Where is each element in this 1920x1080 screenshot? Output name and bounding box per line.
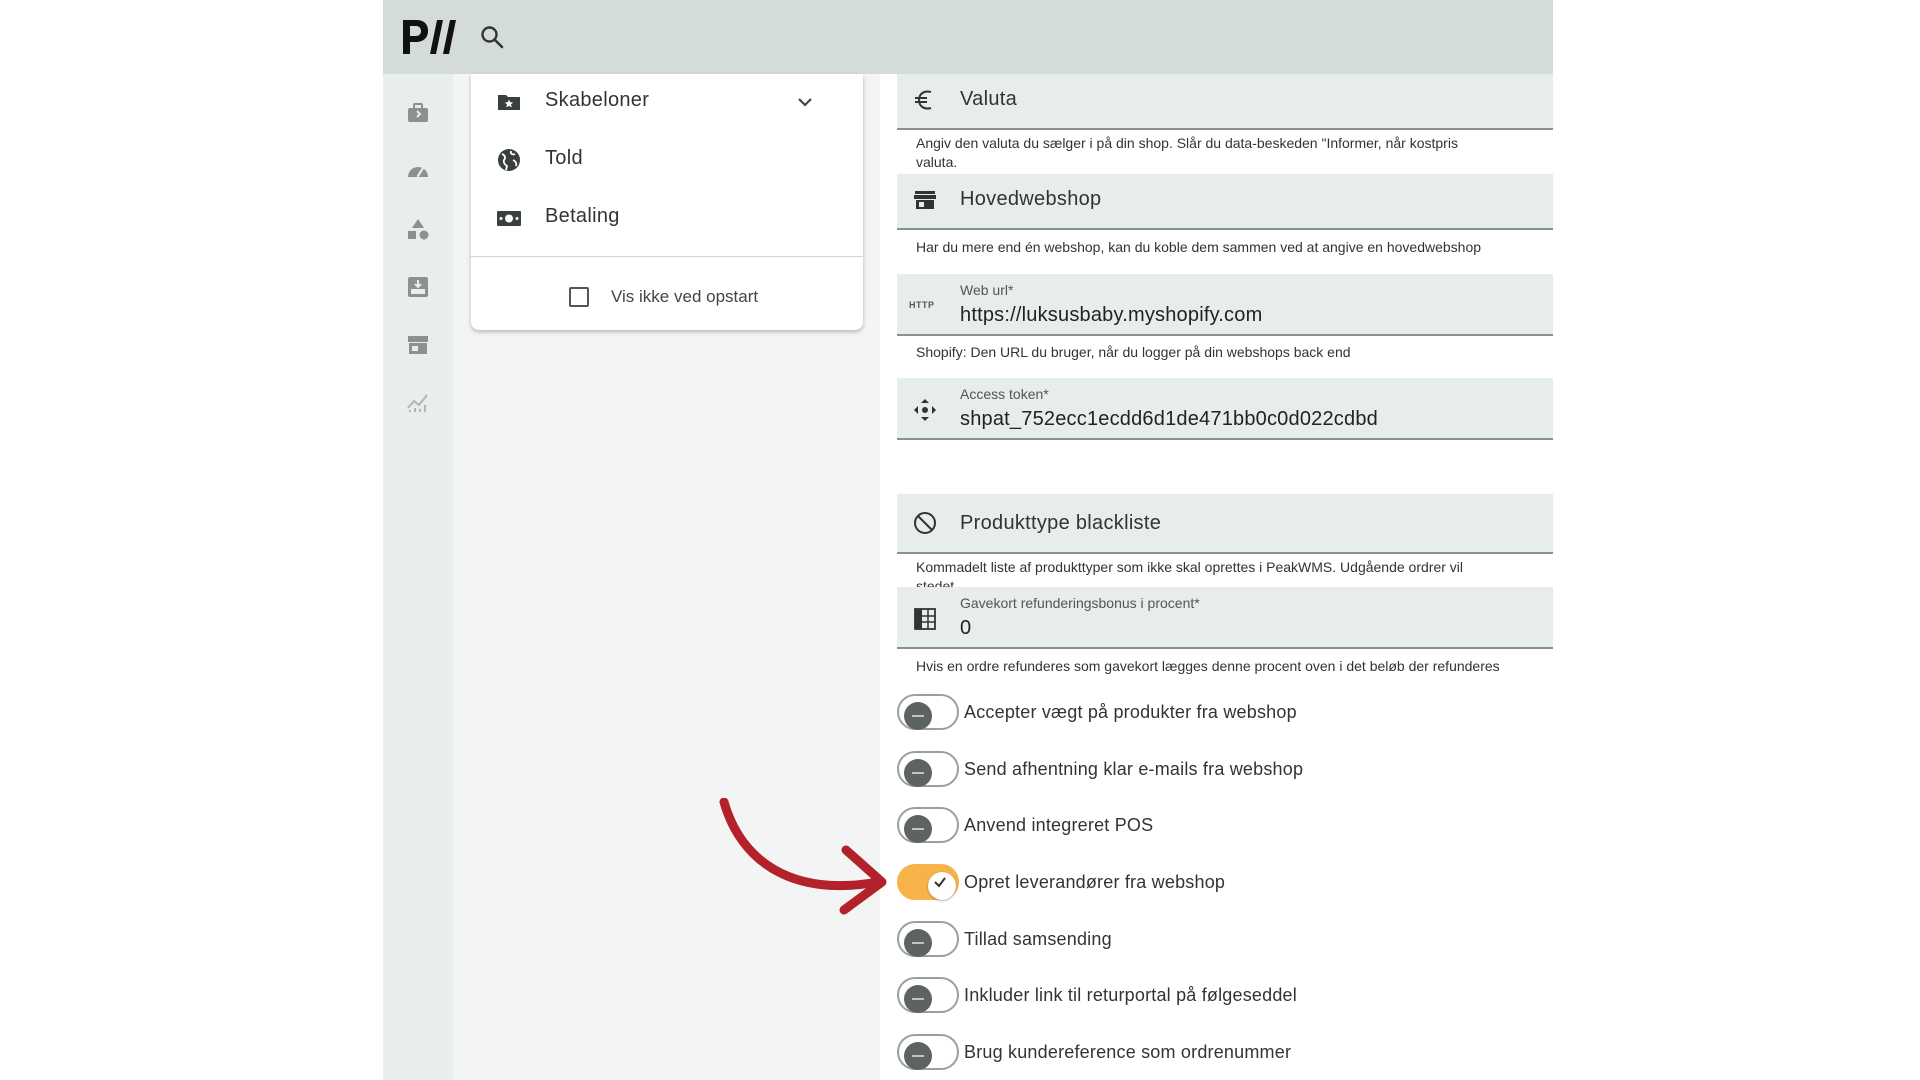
- web-url-input[interactable]: [960, 300, 1540, 330]
- toggle-allow-cosending[interactable]: Tillad samsending: [897, 919, 1517, 959]
- web-url-helper: Shopify: Den URL du bruger, når du logge…: [916, 344, 1351, 360]
- peakwms-logo-icon[interactable]: [399, 14, 465, 60]
- giftcard-bonus-field: Gavekort refunderingsbonus i procent*: [897, 587, 1553, 649]
- toggle-track[interactable]: [897, 1034, 959, 1070]
- helper-line: valuta.: [916, 154, 958, 170]
- toggle-label: Inkluder link til returportal på følgese…: [964, 985, 1297, 1005]
- euro-icon: [915, 90, 932, 110]
- toggle-thumb: [904, 929, 932, 957]
- toggle-thumb: [904, 815, 932, 843]
- helper-line: Kommadelt liste af produkttyper som ikke…: [916, 559, 1464, 575]
- storefront-icon: [914, 191, 936, 209]
- menu-item-told[interactable]: Told: [471, 132, 863, 188]
- settings-menu: Skabeloner Told Betaling Vis ikke ved op…: [471, 74, 863, 330]
- toggle-label: Anvend integreret POS: [964, 815, 1154, 835]
- search-icon[interactable]: [479, 24, 505, 50]
- checkbox-box[interactable]: [569, 287, 589, 307]
- toggle-track[interactable]: [897, 921, 959, 957]
- access-token-field: Access token*: [897, 378, 1553, 440]
- inbox-download-icon[interactable]: [405, 274, 431, 300]
- product-type-blacklist-select[interactable]: Produkttype blackliste: [897, 494, 1553, 554]
- toggle-label: Brug kundereference som ordrenummer: [964, 1042, 1292, 1062]
- toggle-track[interactable]: [897, 977, 959, 1013]
- briefcase-icon[interactable]: [405, 100, 431, 126]
- giftcard-bonus-label: Gavekort refunderingsbonus i procent*: [960, 595, 1200, 611]
- access-token-input[interactable]: [960, 404, 1540, 434]
- folder-star-icon: [498, 95, 520, 110]
- toggle-label: Accepter vægt på produkter fra webshop: [964, 702, 1297, 722]
- app-window: Skabeloner Told Betaling Vis ikke ved op…: [383, 0, 1553, 1080]
- main-webshop-title: Hovedwebshop: [960, 188, 1102, 210]
- block-icon: [914, 512, 936, 534]
- checkbox-label: Vis ikke ved opstart: [611, 287, 759, 306]
- main-webshop-helper: Har du mere end én webshop, kan du koble…: [916, 239, 1482, 255]
- web-url-label: Web url*: [960, 282, 1014, 298]
- toggle-label: Opret leverandører fra webshop: [964, 872, 1226, 892]
- http-icon: HTTP: [909, 300, 935, 310]
- calculator-grid-icon: [914, 608, 936, 630]
- toggle-accept-weight[interactable]: Accepter vægt på produkter fra webshop: [897, 692, 1517, 732]
- toggle-customer-reference[interactable]: Brug kundereference som ordrenummer: [897, 1032, 1517, 1072]
- giftcard-bonus-helper: Hvis en ordre refunderes som gavekort læ…: [916, 658, 1500, 674]
- giftcard-bonus-input[interactable]: [960, 613, 1540, 643]
- toggle-track[interactable]: [897, 751, 959, 787]
- access-token-label: Access token*: [960, 386, 1049, 402]
- menu-divider: [471, 256, 863, 257]
- store-icon[interactable]: [405, 332, 431, 358]
- curved-arrow-icon: [719, 798, 887, 915]
- menu-item-label: Skabeloner: [545, 89, 650, 111]
- helper-line: Angiv den valuta du sælger i på din shop…: [916, 135, 1458, 151]
- speedometer-icon[interactable]: [405, 158, 431, 184]
- menu-item-skabeloner[interactable]: Skabeloner: [471, 74, 863, 130]
- menu-item-label: Betaling: [545, 205, 620, 227]
- menu-item-label: Told: [545, 147, 583, 169]
- globe-icon: [498, 149, 520, 171]
- toggle-label: Tillad samsending: [964, 929, 1112, 949]
- menu-item-betaling[interactable]: Betaling: [471, 190, 863, 246]
- chart-icon[interactable]: [405, 390, 431, 416]
- main-webshop-select[interactable]: Hovedwebshop: [897, 174, 1553, 230]
- toggle-integrated-pos[interactable]: Anvend integreret POS: [897, 805, 1517, 845]
- currency-title: Valuta: [960, 88, 1018, 110]
- toggle-label: Send afhentning klar e-mails fra webshop: [964, 759, 1304, 779]
- toggle-create-suppliers[interactable]: Opret leverandører fra webshop: [897, 862, 1517, 902]
- toggle-thumb: [904, 702, 932, 730]
- top-bar: [383, 0, 1553, 74]
- blacklist-title: Produkttype blackliste: [960, 512, 1162, 534]
- left-nav-rail: [383, 74, 453, 1080]
- chevron-down-icon[interactable]: [793, 90, 817, 114]
- toggle-track[interactable]: [897, 694, 959, 730]
- toggle-return-portal-link[interactable]: Inkluder link til returportal på følgese…: [897, 975, 1517, 1015]
- currency-helper: Angiv den valuta du sælger i på din shop…: [916, 134, 1550, 172]
- web-url-field: HTTP Web url*: [897, 274, 1553, 336]
- toggle-track[interactable]: [897, 864, 959, 900]
- toggle-thumb: [904, 1042, 932, 1070]
- currency-select[interactable]: Valuta: [897, 74, 1553, 130]
- toggle-thumb: [904, 759, 932, 787]
- toggle-pickup-emails[interactable]: Send afhentning klar e-mails fra webshop: [897, 749, 1517, 789]
- shapes-icon[interactable]: [405, 216, 431, 242]
- move-arrows-icon: [914, 399, 936, 421]
- toggle-track[interactable]: [897, 807, 959, 843]
- cash-icon: [497, 211, 521, 226]
- settings-form: Valuta Angiv den valuta du sælger i på d…: [880, 74, 1553, 1080]
- check-icon: [934, 877, 946, 888]
- toggle-thumb: [904, 985, 932, 1013]
